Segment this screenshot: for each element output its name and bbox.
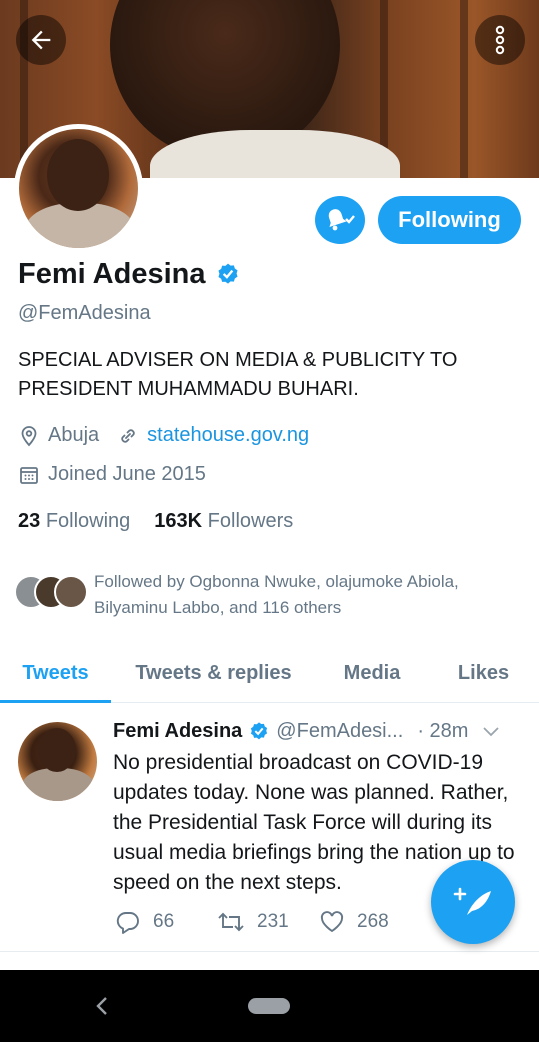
verified-icon bbox=[218, 263, 239, 284]
tweet-avatar[interactable] bbox=[18, 722, 97, 801]
more-options-button[interactable] bbox=[475, 15, 525, 65]
tab-tweets[interactable]: Tweets bbox=[0, 645, 111, 703]
joined-row: Joined June 2015 bbox=[18, 463, 206, 486]
following-button[interactable]: Following bbox=[378, 196, 521, 244]
location-website-row: Abuja statehouse.gov.ng bbox=[18, 424, 309, 447]
compose-tweet-button[interactable] bbox=[431, 860, 515, 944]
calendar-icon bbox=[18, 464, 40, 486]
profile-website-link[interactable]: statehouse.gov.ng bbox=[147, 424, 309, 447]
back-button[interactable] bbox=[16, 15, 66, 65]
tab-tweets-replies[interactable]: Tweets & replies bbox=[111, 645, 316, 702]
retweet-button[interactable]: 231 bbox=[217, 910, 319, 934]
system-navigation-bar bbox=[0, 970, 539, 1042]
profile-name: Femi Adesina bbox=[18, 258, 206, 290]
profile-handle: @FemAdesina bbox=[18, 302, 151, 324]
reply-icon bbox=[116, 912, 139, 934]
home-pill-button[interactable] bbox=[248, 998, 290, 1014]
like-icon bbox=[320, 911, 344, 933]
tweet-actions: 66 231 268 bbox=[115, 910, 421, 934]
nav-back-icon[interactable] bbox=[92, 992, 112, 1020]
profile-location: Abuja bbox=[48, 424, 100, 446]
retweet-icon bbox=[218, 912, 244, 932]
tweet-author: Femi Adesina bbox=[113, 720, 243, 742]
profile-name-row: Femi Adesina bbox=[18, 258, 241, 291]
profile-joined: Joined June 2015 bbox=[48, 463, 206, 485]
bell-check-icon bbox=[328, 209, 355, 231]
back-arrow-icon bbox=[31, 30, 51, 50]
avatar bbox=[54, 575, 88, 609]
tweet-header: Femi Adesina @FemAdesi... · 28m bbox=[113, 720, 523, 743]
mutual-avatars bbox=[14, 569, 94, 609]
following-count-link[interactable]: 23 Following bbox=[18, 510, 130, 533]
verified-icon bbox=[251, 721, 268, 739]
followed-by-text: Followed by Ogbonna Nwuke, olajumoke Abi… bbox=[94, 572, 459, 617]
retweet-count: 231 bbox=[257, 911, 289, 932]
profile-bio: SPECIAL ADVISER ON MEDIA & PUBLICITY TO … bbox=[18, 349, 458, 400]
follow-counts: 23 Following 163K Followers bbox=[18, 510, 293, 533]
compose-icon bbox=[453, 887, 491, 915]
notifications-button[interactable] bbox=[315, 196, 365, 244]
link-icon bbox=[117, 425, 139, 447]
tweet-time: · 28m bbox=[417, 720, 469, 742]
profile-tabs: Tweets Tweets & replies Media Likes bbox=[0, 645, 539, 703]
location-pin-icon bbox=[18, 425, 40, 447]
like-count: 268 bbox=[357, 911, 389, 932]
reply-button[interactable]: 66 bbox=[115, 910, 217, 934]
reply-count: 66 bbox=[153, 911, 175, 932]
tweet-handle: @FemAdesi... bbox=[276, 720, 404, 742]
followed-by-row[interactable]: Followed by Ogbonna Nwuke, olajumoke Abi… bbox=[14, 569, 524, 621]
more-vertical-icon bbox=[495, 25, 505, 55]
tab-media[interactable]: Media bbox=[316, 645, 428, 702]
chevron-down-icon[interactable] bbox=[482, 726, 500, 738]
profile-avatar[interactable] bbox=[14, 124, 143, 253]
followers-count-link[interactable]: 163K Followers bbox=[154, 510, 293, 533]
like-button[interactable]: 268 bbox=[319, 910, 421, 934]
tab-likes[interactable]: Likes bbox=[428, 645, 539, 702]
